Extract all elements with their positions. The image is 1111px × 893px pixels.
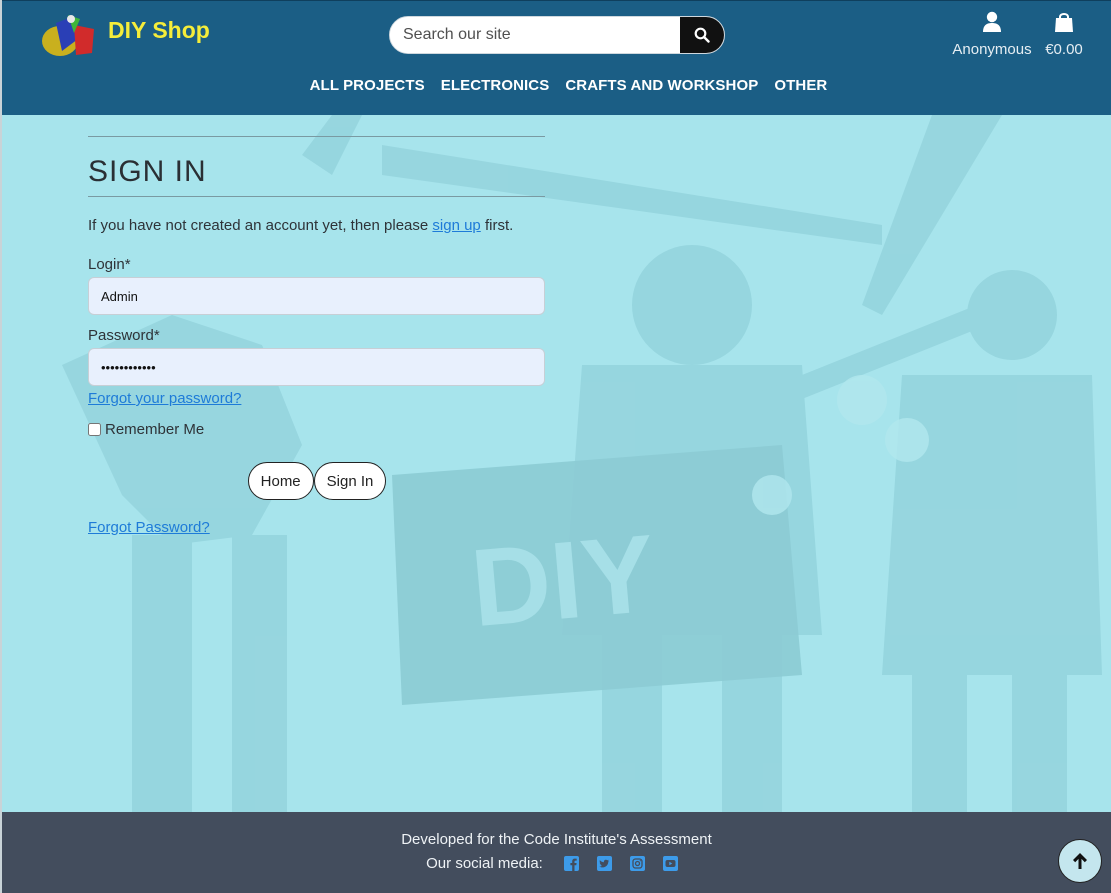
arrow-up-icon [1073,853,1087,869]
signup-prompt-text: If you have not created an account yet, … [88,217,429,234]
account-menu[interactable]: Anonymous [950,11,1034,58]
form-buttons: Home Sign In [88,462,545,500]
shopping-basket[interactable]: €0.00 [1042,11,1086,58]
forgot-password-link[interactable]: Forgot Password? [88,519,545,536]
search-input[interactable] [390,17,680,53]
back-to-top-button[interactable] [1058,839,1102,883]
instagram-icon[interactable] [629,856,645,871]
nav-all-projects[interactable]: ALL PROJECTS [310,77,425,94]
social-media-label: Our social media: [426,855,543,872]
search-bar [389,16,725,54]
divider-top [88,136,545,137]
user-icon [983,11,1001,32]
basket-total: €0.00 [1045,41,1083,58]
facebook-icon[interactable] [563,856,579,871]
search-button[interactable] [680,17,724,53]
site-header: DIY Shop Anonymous €0.00 ALL PROJECTS EL… [2,0,1111,115]
account-label: Anonymous [952,41,1032,58]
remember-me-checkbox[interactable] [88,423,101,436]
shopping-bag-icon [1055,13,1073,32]
password-field[interactable] [88,348,545,386]
site-footer: Developed for the Code Institute's Asses… [2,812,1111,893]
signin-button[interactable]: Sign In [313,462,387,500]
footer-credit: Developed for the Code Institute's Asses… [401,831,712,848]
social-media-row: Our social media: [2,855,1111,872]
nav-electronics[interactable]: ELECTRONICS [441,77,550,94]
signup-prompt: If you have not created an account yet, … [88,217,545,234]
password-label: Password* [88,327,160,344]
nav-other[interactable]: OTHER [774,77,827,94]
home-button[interactable]: Home [247,462,314,500]
page-title: SIGN IN [88,155,207,188]
remember-me-label: Remember Me [105,421,205,438]
youtube-icon[interactable] [662,856,678,871]
nav-crafts-and-workshop[interactable]: CRAFTS AND WORKSHOP [565,77,758,94]
login-label: Login* [88,256,131,273]
search-icon [694,27,710,43]
forgot-your-password-link[interactable]: Forgot your password? [88,390,545,407]
brand-name[interactable]: DIY Shop [108,17,210,44]
signup-link[interactable]: sign up [432,217,480,234]
main-nav: ALL PROJECTS ELECTRONICS CRAFTS AND WORK… [2,77,1111,94]
signin-form-container: SIGN IN If you have not created an accou… [88,115,545,536]
remember-me: Remember Me [88,421,545,438]
login-field[interactable] [88,277,545,315]
shop-logo-icon[interactable] [38,11,100,61]
signup-prompt-tail: first. [484,217,514,234]
twitter-icon[interactable] [596,856,612,871]
divider-bottom [88,196,545,197]
